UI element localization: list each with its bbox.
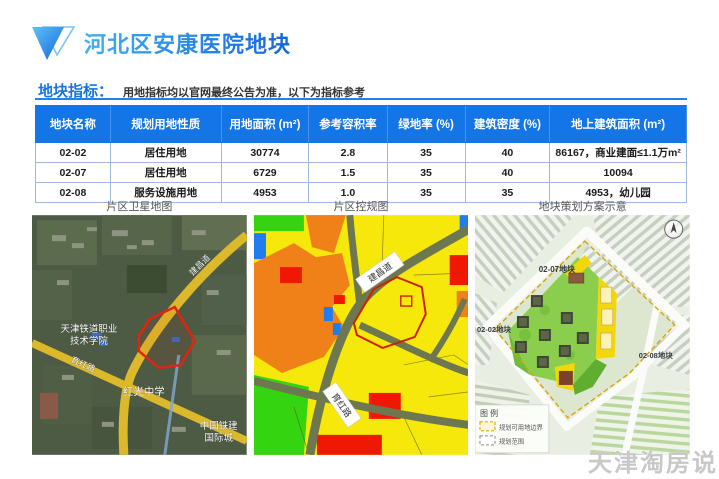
north-arrow-icon [664, 219, 684, 239]
parcel-indicator-table: 地块名称 规划用地性质 用地面积 (m²) 参考容积率 绿地率 (%) 建筑密度… [35, 105, 687, 203]
watermark: 天津淘房说 [588, 450, 718, 477]
cell-use: 居住用地 [109, 162, 222, 183]
brand-logo-icon [32, 26, 76, 60]
kindergarten-building [559, 370, 574, 385]
caption-zoning: 片区控规图 [333, 201, 389, 213]
satellite-label-complex-line2: 国际城 [205, 433, 234, 444]
map-panels: 天津铁道职业 技术学院 红光中学 中国铁建 国际城 建昌道 育红路 建昌道 育红… [32, 215, 691, 455]
header: 河北区安康医院地块 [30, 22, 291, 64]
cell-area: 30774 [220, 142, 310, 163]
cell-name: 02-07 [35, 162, 111, 183]
satellite-map-image: 天津铁道职业 技术学院 红光中学 中国铁建 国际城 建昌道 育红路 [32, 215, 247, 455]
page: 河北区安康医院地块 地块指标： 用地指标均以官网最终公告为准，以下为指标参考 地… [0, 0, 719, 479]
legend-boundary-swatch [479, 421, 496, 432]
cell-density: 40 [464, 162, 551, 183]
table-row: 02-07 居住用地 6729 1.5 35 40 10094 [35, 162, 687, 183]
cell-far: 1.5 [308, 162, 388, 183]
cell-gfa: 86167，商业建面≤1.1万m² [549, 142, 687, 163]
table-row: 02-02 居住用地 30774 2.8 35 40 86167，商业建面≤1.… [35, 142, 687, 163]
plan-label-parcel-07: 02-07地块 [539, 264, 575, 274]
page-title: 河北区安康医院地块 [84, 27, 291, 59]
plan-label-parcel-02: 02-02地块 [477, 324, 512, 334]
red-roof-blocks [39, 392, 58, 419]
col-header-gfa: 地上建筑面积 (m²) [549, 105, 687, 143]
zoning-map-image: 建昌道 育红路 [253, 215, 469, 455]
col-header-density: 建筑密度 (%) [464, 105, 551, 143]
caption-satellite: 片区卫星地图 [106, 201, 173, 213]
cell-area: 6729 [220, 162, 310, 183]
satellite-label-complex-line1: 中国铁建 [200, 420, 238, 432]
legend-scope-label: 规划范围 [499, 436, 524, 445]
table-header: 地块名称 规划用地性质 用地面积 (m²) 参考容积率 绿地率 (%) 建筑密度… [35, 105, 687, 143]
cell-far: 2.8 [308, 142, 388, 163]
map-captions: 片区卫星地图 片区控规图 地块策划方案示意 [32, 198, 690, 214]
cell-use: 居住用地 [109, 142, 222, 163]
satellite-label-school: 红光中学 [123, 385, 165, 398]
legend-scope-swatch [479, 435, 496, 446]
caption-plan: 地块策划方案示意 [538, 201, 627, 213]
legend-title: 图 例 [480, 408, 498, 418]
cell-density: 40 [464, 142, 551, 163]
col-header-far: 参考容积率 [308, 105, 388, 143]
cell-name: 02-02 [35, 142, 111, 163]
col-header-use: 规划用地性质 [109, 105, 222, 143]
plan-label-parcel-08: 02-08地块 [639, 350, 674, 360]
cell-green: 35 [386, 142, 466, 163]
col-header-green: 绿地率 (%) [386, 105, 466, 143]
satellite-label-college-line2: 技术学院 [70, 335, 108, 347]
cell-gfa: 10094 [549, 162, 687, 183]
satellite-label-college-line1: 天津铁道职业 [60, 323, 117, 335]
col-header-area: 用地面积 (m²) [220, 105, 310, 143]
section-divider [35, 98, 687, 100]
plan-map-image: 02-07地块 02-02地块 02-08地块 图 例 规划可用地边界 规划范围 [475, 215, 691, 455]
plan-legend: 图 例 规划可用地边界 规划范围 [475, 404, 550, 454]
legend-boundary-label: 规划可用地边界 [499, 422, 544, 431]
cell-green: 35 [386, 162, 466, 183]
col-header-name: 地块名称 [35, 105, 111, 143]
